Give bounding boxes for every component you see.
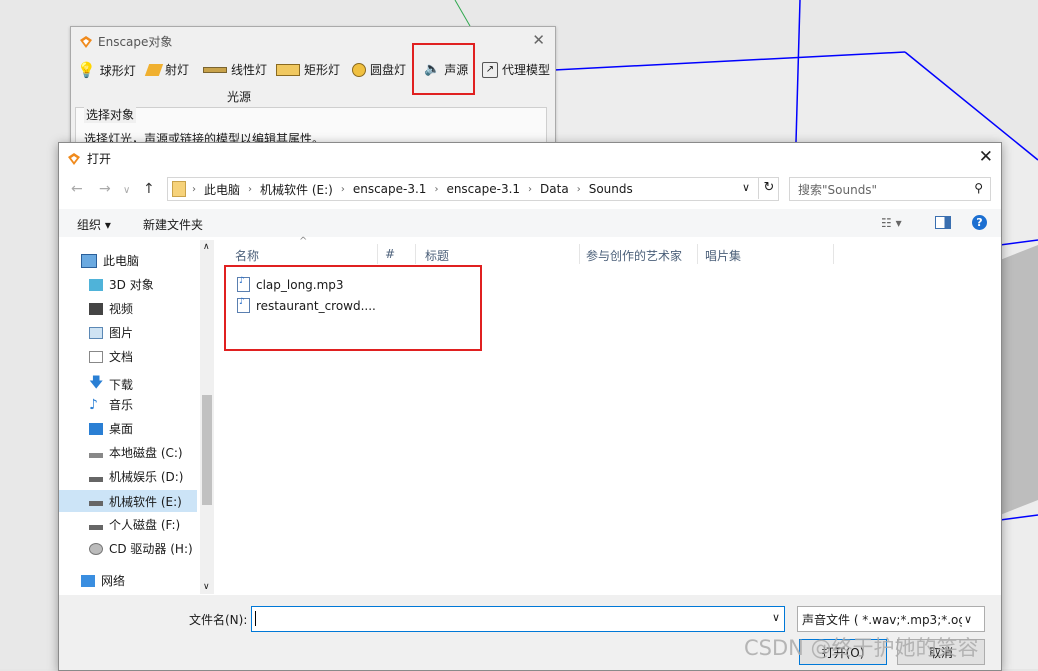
up-icon[interactable]: ↑ (143, 181, 155, 197)
drive-icon (89, 501, 103, 506)
column-album[interactable]: 唱片集 (705, 247, 741, 264)
bulb-icon: 💡 (77, 61, 96, 79)
sound-source-highlight (412, 43, 475, 95)
nav-item-drive-f[interactable]: 个人磁盘 (F:) (89, 516, 180, 533)
breadcrumb-item[interactable]: Sounds (589, 182, 633, 196)
recent-dropdown-icon[interactable]: ∨ (123, 185, 130, 196)
scroll-up-icon[interactable]: ∧ (203, 242, 210, 252)
organize-button[interactable]: 组织 ▾ (77, 216, 111, 233)
filename-label: 文件名(N): (189, 613, 248, 627)
nav-item-cd-drive[interactable]: CD 驱动器 (H:) (89, 540, 193, 557)
nav-item-drive-e[interactable]: 机械软件 (E:) (59, 490, 197, 512)
rect-light-icon (276, 63, 300, 76)
linear-light-icon (203, 66, 227, 73)
scroll-down-icon[interactable]: ∨ (203, 582, 210, 592)
text-cursor (255, 611, 256, 626)
nav-item-drive-c[interactable]: 本地磁盘 (C:) (89, 444, 183, 461)
forward-icon[interactable]: → (99, 181, 111, 197)
navigation-pane: 此电脑 3D 对象 视频 图片 文档 🡇 下载 ♪ 音乐 桌面 本地磁盘 (C:… (59, 240, 215, 594)
nav-item-drive-d[interactable]: 机械娱乐 (D:) (89, 468, 183, 485)
nav-item-network[interactable]: 网络 (81, 572, 125, 589)
search-icon: ⚲ (974, 181, 983, 195)
new-folder-button[interactable]: 新建文件夹 (143, 216, 203, 233)
pictures-icon (89, 326, 103, 339)
back-icon[interactable]: ← (71, 181, 83, 197)
filetype-select[interactable]: 声音文件 ( *.wav;*.mp3;*.ogg; ∨ (797, 606, 985, 632)
cd-drive-icon (89, 542, 103, 555)
nav-item-downloads[interactable]: 🡇 下载 (89, 372, 133, 396)
3d-objects-icon (89, 278, 103, 291)
column-artist[interactable]: 参与创作的艺术家 (586, 247, 682, 264)
breadcrumb-item[interactable]: Data (540, 182, 569, 196)
filename-input[interactable]: ∨ (251, 606, 785, 632)
pc-icon (81, 253, 97, 268)
nav-item-3d-objects[interactable]: 3D 对象 (89, 276, 154, 293)
nav-item-documents[interactable]: 文档 (89, 348, 133, 365)
help-icon[interactable]: ? (972, 215, 987, 230)
scrollbar-thumb[interactable] (202, 395, 212, 505)
chevron-down-icon[interactable]: ∨ (742, 181, 750, 194)
download-icon: 🡇 (89, 375, 104, 391)
watermark: CSDN @终于护她的笑容 (744, 636, 979, 660)
refresh-icon[interactable]: ↻ (758, 177, 779, 199)
folder-icon (172, 181, 186, 197)
spotlight-button[interactable]: 射灯 (144, 61, 189, 78)
enscape-logo-icon (68, 152, 80, 165)
nav-item-music[interactable]: ♪ 音乐 (89, 396, 133, 413)
column-header: ^ 名称 # 标题 参与创作的艺术家 唱片集 (217, 236, 1001, 264)
column-number[interactable]: # (385, 247, 395, 261)
nav-item-this-pc[interactable]: 此电脑 (81, 252, 139, 269)
close-icon[interactable]: ✕ (532, 31, 545, 49)
disk-light-button[interactable]: 圆盘灯 (352, 61, 406, 78)
column-name[interactable]: 名称 (235, 247, 259, 264)
close-icon[interactable]: ✕ (979, 147, 993, 167)
sort-ascending-icon: ^ (299, 236, 308, 247)
navigation-scrollbar[interactable]: ∧ ∨ (200, 240, 214, 594)
panel-title: Enscape对象 (79, 33, 172, 50)
spotlight-icon (144, 63, 164, 76)
network-icon (81, 574, 95, 587)
enscape-logo-icon (80, 35, 92, 48)
video-icon (89, 302, 103, 315)
column-title[interactable]: 标题 (425, 247, 449, 264)
preview-pane-icon[interactable] (935, 216, 951, 229)
breadcrumb-item[interactable]: enscape-3.1 (446, 182, 520, 196)
nav-item-desktop[interactable]: 桌面 (89, 420, 133, 437)
enscape-objects-panel: Enscape对象 ✕ 💡 球形灯 射灯 线性灯 矩形灯 圆盘灯 🔈 声源 ↗ … (70, 26, 556, 149)
command-bar: 组织 ▾ 新建文件夹 ☷ ▾ ? (59, 209, 1001, 237)
address-bar[interactable]: › 此电脑 › 机械软件 (E:) › enscape-3.1 › enscape-3.… (167, 177, 779, 201)
open-file-dialog: 打开 ✕ ← → ∨ ↑ › 此电脑 › 机械软件 (E:) › enscape-3.… (58, 142, 1002, 671)
drive-icon (89, 476, 103, 482)
light-group-label: 光源 (227, 90, 252, 104)
search-input[interactable]: 搜索"Sounds" ⚲ (789, 177, 991, 201)
sphere-light-button[interactable]: 💡 球形灯 (77, 61, 136, 79)
proxy-icon: ↗ (482, 61, 498, 78)
drive-icon (89, 452, 103, 458)
desktop-icon (89, 422, 103, 435)
files-highlight (224, 265, 482, 351)
breadcrumb-item[interactable]: 机械软件 (E:) (260, 181, 333, 198)
breadcrumb-item[interactable]: 此电脑 (204, 181, 240, 198)
linear-light-button[interactable]: 线性灯 (203, 61, 267, 78)
nav-item-pictures[interactable]: 图片 (89, 324, 133, 341)
select-object-title: 选择对象 (84, 106, 137, 123)
rect-light-button[interactable]: 矩形灯 (276, 61, 340, 78)
view-options-icon[interactable]: ☷ ▾ (881, 216, 902, 230)
chevron-down-icon: ∨ (964, 612, 973, 626)
proxy-model-button[interactable]: ↗ 代理模型 (482, 61, 550, 78)
breadcrumb-item[interactable]: enscape-3.1 (353, 182, 427, 196)
chevron-down-icon[interactable]: ∨ (772, 611, 780, 624)
nav-item-video[interactable]: 视频 (89, 300, 133, 317)
drive-icon (89, 524, 103, 530)
disk-light-icon (352, 62, 366, 77)
dialog-title: 打开 (67, 150, 111, 167)
documents-icon (89, 350, 103, 363)
music-icon: ♪ (89, 396, 98, 413)
